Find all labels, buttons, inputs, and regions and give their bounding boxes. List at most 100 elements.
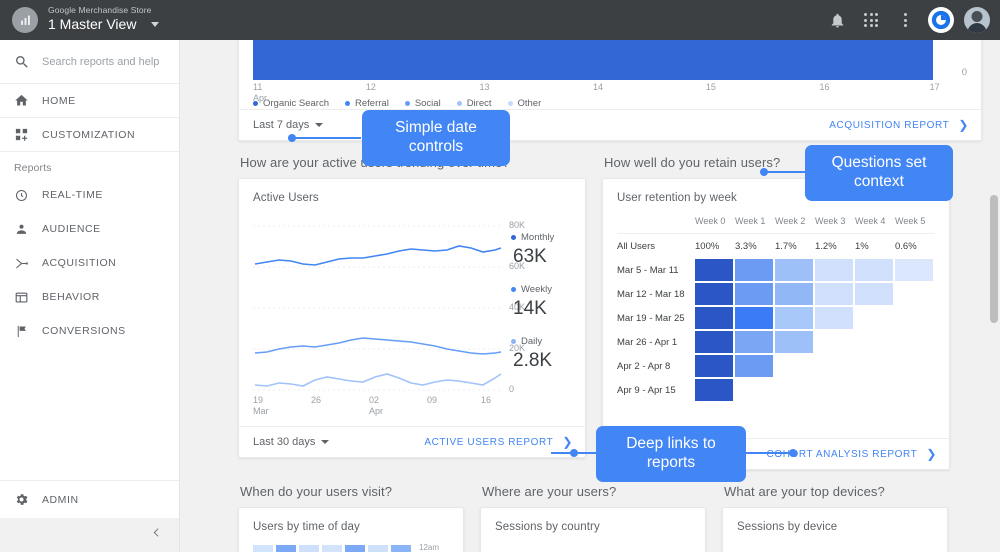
heatmap-cell[interactable]: [775, 258, 815, 282]
heatmap-cell[interactable]: [735, 330, 775, 354]
legend-dot-icon: [511, 339, 516, 344]
heat-bar: [368, 545, 388, 552]
chevron-left-icon: [150, 526, 163, 544]
chevron-right-icon: ❯: [958, 118, 969, 132]
heat-bar: [299, 545, 319, 552]
row-label: Apr 9 - Apr 15: [617, 385, 676, 396]
heatmap-cell[interactable]: [775, 306, 815, 330]
heatmap-cell-empty: [895, 378, 935, 402]
time-of-day-card: Users by time of day 12am: [238, 507, 464, 552]
heatmap-cell[interactable]: [695, 330, 735, 354]
heatmap-cell-empty: [815, 354, 855, 378]
sidebar-item-admin[interactable]: ADMIN: [0, 480, 179, 518]
heatmap-cell[interactable]: [895, 258, 935, 282]
heatmap-cell[interactable]: [735, 306, 775, 330]
device-column: What are your top devices? Sessions by d…: [722, 470, 948, 552]
table-row: Mar 12 - Mar 18: [617, 282, 935, 306]
time-of-day-card-title: Users by time of day: [253, 521, 360, 533]
search-row[interactable]: [0, 40, 179, 84]
active-users-card: Active Users 80K 60K 40K 20K 0 19 Mar 26…: [238, 178, 586, 458]
account-view-selector[interactable]: Google Merchandise Store 1 Master View: [48, 4, 159, 34]
heatmap-cell[interactable]: [695, 306, 735, 330]
sessions-by-device-card: Sessions by device: [722, 507, 948, 552]
callout-questions-set-context: Questions set context: [805, 145, 953, 201]
chevron-down-icon: [321, 440, 330, 444]
sidebar-item-behavior[interactable]: BEHAVIOR: [0, 280, 179, 314]
heatmap-cell[interactable]: [695, 354, 735, 378]
device-question: What are your top devices?: [724, 484, 885, 499]
property-logo-icon: [12, 7, 38, 33]
x-tick: 09: [427, 395, 438, 405]
bell-icon[interactable]: [820, 3, 854, 37]
sidebar-item-audience[interactable]: AUDIENCE: [0, 212, 179, 246]
date-range-selector[interactable]: Last 30 days: [253, 436, 330, 448]
heatmap-cell-empty: [855, 306, 895, 330]
col-header: Week 0: [695, 216, 735, 234]
sidebar-item-label: AUDIENCE: [42, 223, 101, 235]
avatar[interactable]: [964, 7, 990, 33]
heatmap-cell[interactable]: [775, 330, 815, 354]
heatmap-cell[interactable]: [735, 282, 775, 306]
account-label: Google Merchandise Store: [48, 4, 152, 15]
callout-connector-dot: [570, 449, 578, 457]
chevron-down-icon[interactable]: [150, 21, 159, 27]
sidebar-item-label: ACQUISITION: [42, 257, 117, 269]
x-tick: 12: [365, 82, 376, 92]
heatmap-cell[interactable]: [695, 258, 735, 282]
date-range-selector[interactable]: Last 7 days: [253, 119, 324, 131]
stat-value: 2.8K: [513, 350, 553, 371]
retention-rows: Mar 5 - Mar 11 Mar 12 - Mar 18 Mar 19 - Ma…: [617, 258, 935, 402]
table-row: Mar 5 - Mar 11: [617, 258, 935, 282]
person-icon: [14, 222, 42, 237]
sidebar-item-conversions[interactable]: CONVERSIONS: [0, 314, 179, 348]
callout-connector-line: [765, 171, 809, 173]
analytics-home-screen: Google Merchandise Store 1 Master View S…: [0, 0, 1000, 552]
heatmap-cell[interactable]: [815, 258, 855, 282]
retention-table-body: Week 0 Week 1 Week 2 Week 3 Week 4 Week …: [603, 216, 949, 438]
sidebar-item-home[interactable]: HOME: [0, 84, 179, 118]
acquisition-report-link[interactable]: ACQUISITION REPORT ❯: [829, 119, 969, 131]
heatmap-cell-empty: [775, 378, 815, 402]
x-tick: 11 Apr: [253, 82, 268, 104]
callout-deep-links-to-reports: Deep links to reports: [596, 426, 746, 482]
heatmap-cell[interactable]: [815, 306, 855, 330]
sidebar-item-customization[interactable]: CUSTOMIZATION: [0, 118, 179, 152]
callout-connector-line: [293, 137, 361, 139]
acquisition-card-footer: Last 7 days ACQUISITION REPORT ❯: [239, 109, 981, 140]
analytics-logo-icon[interactable]: [928, 7, 954, 33]
heatmap-cell[interactable]: [815, 282, 855, 306]
search-input[interactable]: [42, 55, 162, 68]
active-users-report-link[interactable]: ACTIVE USERS REPORT ❯: [424, 436, 573, 448]
heatmap-cell[interactable]: [695, 282, 735, 306]
heatmap-cell[interactable]: [855, 282, 895, 306]
behavior-icon: [14, 290, 42, 305]
row-label: Mar 5 - Mar 11: [617, 265, 679, 276]
active-users-lines: [253, 225, 502, 391]
chevron-down-icon: [315, 123, 324, 127]
sidebar-item-real-time[interactable]: REAL-TIME: [0, 178, 179, 212]
sidebar-collapse-button[interactable]: [0, 518, 179, 552]
main-scroll-area[interactable]: 0 11 Apr 12 13 14 15 16 17 Organic Searc…: [180, 40, 1000, 552]
apps-grid-icon[interactable]: [854, 3, 888, 37]
heatmap-cell[interactable]: [735, 354, 775, 378]
heatmap-cell[interactable]: [735, 258, 775, 282]
search-icon: [14, 54, 42, 70]
sidebar-item-acquisition[interactable]: ACQUISITION: [0, 246, 179, 280]
vertical-scrollbar[interactable]: [990, 195, 998, 323]
active-users-stats: Monthly 63K Weekly 14K Daily 2.8K: [511, 232, 554, 388]
heatmap-cell[interactable]: [775, 282, 815, 306]
heatmap-cell-empty: [895, 330, 935, 354]
stat-label: Weekly: [521, 284, 552, 295]
stat-value: 14K: [513, 298, 547, 319]
x-tick: 16: [819, 82, 830, 92]
stat-label: Daily: [521, 336, 543, 347]
sidebar-item-label: ADMIN: [42, 493, 79, 506]
heatmap-cell[interactable]: [855, 258, 895, 282]
country-card-title: Sessions by country: [495, 521, 600, 533]
heatmap-cell[interactable]: [695, 378, 735, 402]
x-tick: 16: [481, 395, 492, 405]
cell-value: 3.3%: [735, 241, 757, 252]
callout-connector-dot: [789, 449, 797, 457]
more-vert-icon[interactable]: [888, 3, 922, 37]
